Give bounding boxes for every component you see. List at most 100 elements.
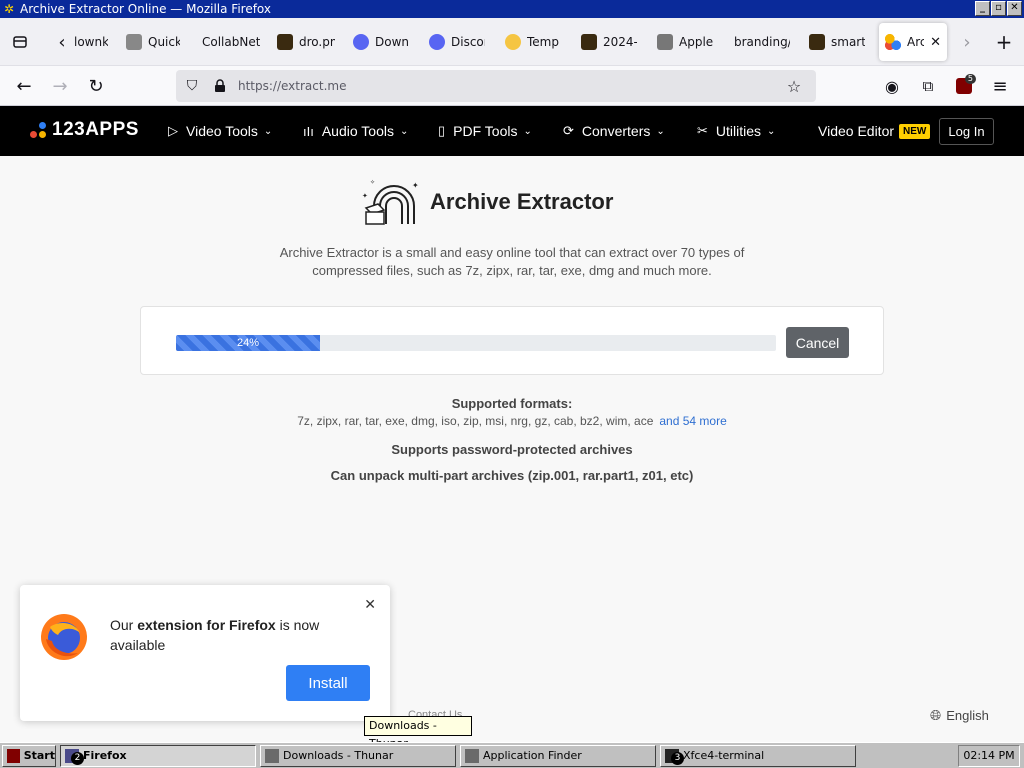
tab-icon xyxy=(505,34,521,50)
window-titlebar: ✲ Archive Extractor Online — Mozilla Fir… xyxy=(0,0,1024,18)
language-label: English xyxy=(946,708,989,723)
tab-label: Arch xyxy=(907,35,925,49)
shield-icon[interactable]: ⛉ xyxy=(180,70,204,102)
tab-icon xyxy=(809,34,825,50)
123apps-icon xyxy=(885,34,901,50)
hamburger-icon: ≡ xyxy=(992,75,1008,97)
firefox-logo-icon xyxy=(41,614,87,660)
url-text: https://extract.me xyxy=(238,79,347,93)
menu-label: Video Tools xyxy=(186,123,258,139)
taskbar-item-terminal[interactable]: Xfce4-terminal xyxy=(660,745,856,767)
tools-icon: ✂ xyxy=(697,123,708,138)
chevron-down-icon: ⌄ xyxy=(523,125,532,137)
menu-button[interactable]: ≡ xyxy=(984,70,1016,102)
ublock-button[interactable]: 5 xyxy=(948,70,980,102)
reload-icon: ↻ xyxy=(88,75,104,97)
folder-icon xyxy=(265,749,279,763)
language-selector[interactable]: 🌐︎ English xyxy=(930,707,989,724)
tab-item[interactable]: Apple xyxy=(657,29,713,55)
formats-text: 7z, zipx, rar, tar, exe, dmg, iso, zip, … xyxy=(297,414,654,428)
bookmark-star-icon[interactable]: ☆ xyxy=(782,70,806,102)
menu-label: Utilities xyxy=(715,123,762,139)
tab-item[interactable]: Downl xyxy=(353,29,409,55)
extensions-button[interactable]: ⧉ xyxy=(912,70,944,102)
taskbar-item-thunar[interactable]: Downloads - Thunar xyxy=(260,745,456,767)
popup-message: Our extension for Firefox is now availab… xyxy=(110,615,330,655)
taskbar-item-appfinder[interactable]: Application Finder xyxy=(460,745,656,767)
url-bar[interactable]: ⛉ https://extract.me ☆ xyxy=(176,70,816,102)
tab-active[interactable]: Arch ✕ xyxy=(879,23,947,61)
minimize-button[interactable]: _ xyxy=(975,1,990,16)
svg-text:✦: ✦ xyxy=(412,181,419,190)
popup-msg-bold: extension for Firefox xyxy=(137,617,276,633)
start-button[interactable]: Start xyxy=(2,745,56,767)
taskbar-item-label: Xfce4-terminal xyxy=(683,749,765,762)
tab-label: dro.pm xyxy=(299,35,335,49)
play-icon: ▷ xyxy=(168,123,178,138)
close-tab-icon[interactable]: ✕ xyxy=(930,35,941,50)
site-logo[interactable]: 123APPS xyxy=(30,119,139,141)
scroll-tabs-right-button[interactable]: › xyxy=(951,26,983,58)
menu-utilities[interactable]: ✂ Utilities ⌄ xyxy=(697,106,775,156)
globe-icon: 🌐︎ xyxy=(930,707,942,723)
window-controls: _ ▫ ✕ xyxy=(975,1,1022,16)
start-label: Start xyxy=(23,749,55,762)
plus-icon: + xyxy=(995,30,1013,54)
taskbar-item-firefox[interactable]: Firefox xyxy=(60,745,256,767)
arrow-right-icon: → xyxy=(52,75,68,97)
tab-item[interactable]: Temp xyxy=(505,29,561,55)
site-header: 123APPS ▷ Video Tools ⌄ ıIı Audio Tools … xyxy=(0,106,1024,156)
progress-fill: 24% xyxy=(176,335,320,351)
tab-item[interactable]: branding/cr xyxy=(734,29,790,55)
forward-button[interactable]: → xyxy=(44,70,76,102)
menu-converters[interactable]: ⟳ Converters ⌄ xyxy=(563,106,665,156)
new-badge: NEW xyxy=(899,123,931,139)
close-window-button[interactable]: ✕ xyxy=(1007,1,1022,16)
menu-audio-tools[interactable]: ıIı Audio Tools ⌄ xyxy=(303,106,408,156)
cancel-button[interactable]: Cancel xyxy=(786,327,849,358)
lock-icon[interactable] xyxy=(208,70,232,102)
tab-label: Temp xyxy=(527,35,559,49)
account-button[interactable]: ◉ xyxy=(876,70,908,102)
new-tab-button[interactable]: + xyxy=(988,26,1020,58)
maximize-button[interactable]: ▫ xyxy=(991,1,1006,16)
install-button[interactable]: Install xyxy=(286,665,370,701)
close-popup-icon[interactable]: ✕ xyxy=(364,597,376,613)
login-button[interactable]: Log In xyxy=(939,118,994,145)
tab-label: lownk xyxy=(74,35,108,49)
progress-card: 24% Cancel xyxy=(140,306,884,375)
chevron-right-icon: › xyxy=(963,31,971,53)
back-button[interactable]: ← xyxy=(8,70,40,102)
tab-item[interactable]: Discor xyxy=(429,29,485,55)
tab-icon xyxy=(657,34,673,50)
popup-msg-prefix: Our xyxy=(110,617,138,633)
reload-button[interactable]: ↻ xyxy=(80,70,112,102)
firefox-view-button[interactable] xyxy=(4,26,36,58)
menu-pdf-tools[interactable]: ▯ PDF Tools ⌄ xyxy=(438,106,532,156)
title-row: ✦ ✦ ✧ Archive Extractor xyxy=(360,176,613,228)
tab-label: Apple xyxy=(679,35,713,49)
menu-video-tools[interactable]: ▷ Video Tools ⌄ xyxy=(168,106,272,156)
progress-bar: 24% xyxy=(176,335,776,351)
tab-item[interactable]: CollabNet xyxy=(202,29,264,55)
tab-item[interactable]: lownk xyxy=(74,29,108,55)
navigation-toolbar: ← → ↻ ⛉ https://extract.me ☆ ◉ ⧉ 5 ≡ xyxy=(0,66,1024,106)
taskbar: Start Firefox 2 Downloads - Thunar Appli… xyxy=(0,742,1024,768)
more-formats-link[interactable]: and 54 more xyxy=(659,414,726,428)
extension-badge: 5 xyxy=(964,74,976,84)
tab-label: Discor xyxy=(451,35,485,49)
menu-label: Video Editor xyxy=(818,123,895,139)
chevron-down-icon: ⌄ xyxy=(263,125,273,137)
refresh-icon: ⟳ xyxy=(563,123,574,138)
start-icon xyxy=(7,749,20,763)
menu-video-editor[interactable]: Video Editor NEW xyxy=(818,106,931,156)
tab-item[interactable]: Quick xyxy=(126,29,180,55)
tab-item[interactable]: dro.pm xyxy=(277,29,335,55)
tab-item[interactable]: 2024-0 xyxy=(581,29,637,55)
arrow-left-icon: ← xyxy=(16,75,32,97)
extension-popup: Our extension for Firefox is now availab… xyxy=(20,585,390,721)
tab-bar: ‹ lownk Quick CollabNet dro.pm Downl Dis… xyxy=(0,18,1024,66)
taskbar-item-label: Downloads - Thunar xyxy=(283,749,394,762)
tab-item[interactable]: smarte xyxy=(809,29,865,55)
supported-formats-list: 7z, zipx, rar, tar, exe, dmg, iso, zip, … xyxy=(0,414,1024,428)
